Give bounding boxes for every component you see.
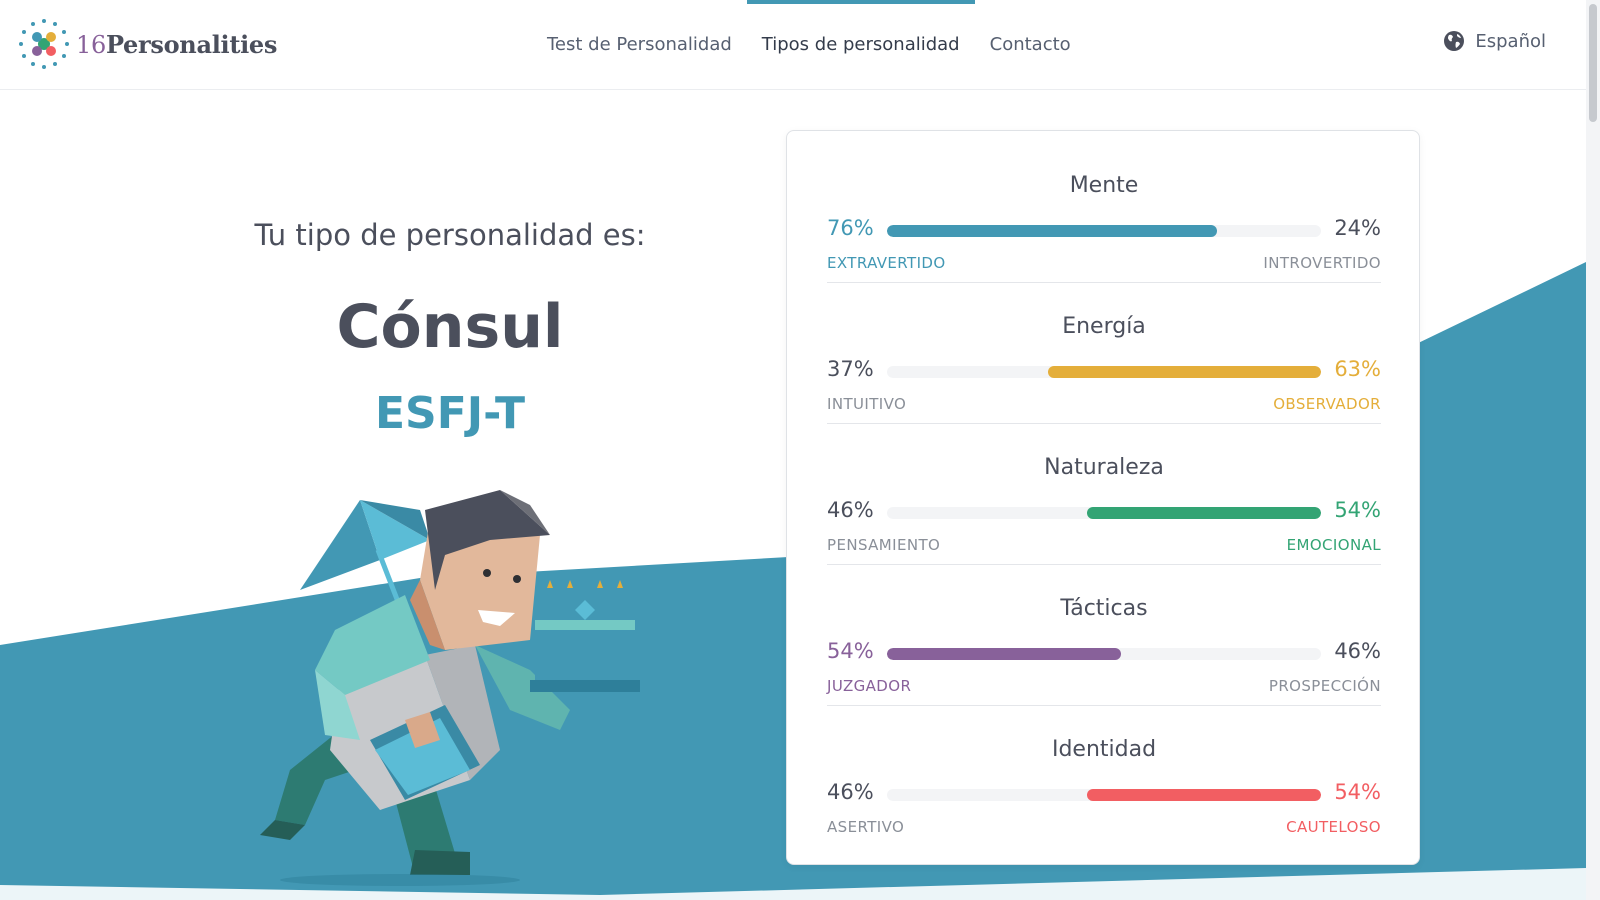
trait-bar-track bbox=[887, 366, 1321, 378]
trait-right-percent: 24% bbox=[1334, 216, 1381, 240]
logo-wordmark: 16Personalities bbox=[76, 30, 277, 59]
result-subtitle: Tu tipo de personalidad es: bbox=[254, 218, 646, 252]
trait-title: Energía bbox=[1062, 314, 1146, 339]
trait-row-identidad[interactable]: Identidad 46% 54% ASERTIVO CAUTELOSO bbox=[827, 705, 1381, 846]
trait-row-mente[interactable]: Mente 76% 24% EXTRAVERTIDO INTROVERTIDO bbox=[827, 141, 1381, 282]
trait-row-energía[interactable]: Energía 37% 63% INTUITIVO OBSERVADOR bbox=[827, 282, 1381, 423]
trait-bar-track bbox=[887, 225, 1321, 237]
trait-left-percent: 54% bbox=[827, 639, 874, 663]
trait-divider bbox=[827, 423, 1381, 424]
site-header: 16Personalities Test de Personalidad Tip… bbox=[0, 0, 1586, 90]
language-selector[interactable]: Español bbox=[1443, 30, 1546, 52]
page-scrollbar[interactable] bbox=[1586, 0, 1600, 900]
trait-bar-fill bbox=[887, 648, 1122, 660]
trait-right-percent: 63% bbox=[1334, 357, 1381, 381]
trait-left-label: INTUITIVO bbox=[827, 395, 907, 413]
trait-title: Identidad bbox=[1051, 737, 1157, 762]
logo-word: Personalities bbox=[105, 29, 278, 59]
trait-bar-track bbox=[887, 507, 1321, 519]
trait-bar-track bbox=[887, 648, 1321, 660]
trait-left-percent: 76% bbox=[827, 216, 874, 240]
trait-right-label: INTROVERTIDO bbox=[1263, 254, 1381, 272]
personality-type-name: Cónsul bbox=[336, 292, 564, 362]
globe-icon bbox=[1444, 31, 1465, 51]
trait-right-label: OBSERVADOR bbox=[1273, 395, 1381, 413]
trait-left-label: EXTRAVERTIDO bbox=[827, 254, 946, 272]
trait-right-percent: 54% bbox=[1334, 780, 1381, 804]
trait-divider bbox=[827, 282, 1381, 283]
personality-traits-card: Mente 76% 24% EXTRAVERTIDO INTROVERTIDO Energ… bbox=[786, 130, 1420, 865]
trait-bar-fill bbox=[1047, 366, 1321, 378]
trait-right-label: CAUTELOSO bbox=[1286, 818, 1381, 836]
trait-right-label: EMOCIONAL bbox=[1286, 536, 1381, 554]
logo-number: 16 bbox=[76, 30, 106, 59]
nav-personality-types[interactable]: Tipos de personalidad bbox=[746, 0, 975, 89]
main-nav: Test de Personalidad Tipos de personalid… bbox=[532, 0, 1086, 89]
trait-title: Mente bbox=[1069, 173, 1139, 198]
trait-divider bbox=[827, 564, 1381, 565]
trait-row-tácticas[interactable]: Tácticas 54% 46% JUZGADOR PROSPECCIÓN bbox=[827, 564, 1381, 705]
nav-personality-test[interactable]: Test de Personalidad bbox=[532, 0, 747, 89]
language-label: Español bbox=[1475, 30, 1546, 52]
trait-left-label: ASERTIVO bbox=[827, 818, 905, 836]
trait-left-percent: 37% bbox=[827, 357, 874, 381]
trait-title: Naturaleza bbox=[1044, 455, 1164, 480]
consul-character-illustration bbox=[260, 490, 640, 886]
trait-right-percent: 46% bbox=[1334, 639, 1381, 663]
trait-bar-fill bbox=[1086, 789, 1321, 801]
trait-left-percent: 46% bbox=[827, 498, 874, 522]
trait-bar-fill bbox=[887, 225, 1217, 237]
trait-title: Tácticas bbox=[1060, 596, 1148, 621]
trait-right-label: PROSPECCIÓN bbox=[1268, 677, 1381, 695]
nav-contact[interactable]: Contacto bbox=[975, 0, 1086, 89]
trait-bar-fill bbox=[1086, 507, 1321, 519]
trait-left-label: PENSAMIENTO bbox=[827, 536, 941, 554]
trait-divider bbox=[827, 705, 1381, 706]
personality-type-code: ESFJ-T bbox=[375, 388, 525, 439]
trait-row-naturaleza[interactable]: Naturaleza 46% 54% PENSAMIENTO EMOCIONAL bbox=[827, 423, 1381, 564]
trait-bar-track bbox=[887, 789, 1321, 801]
logo-dots-icon bbox=[19, 19, 69, 69]
trait-left-percent: 46% bbox=[827, 780, 874, 804]
scrollbar-thumb[interactable] bbox=[1589, 4, 1597, 122]
trait-right-percent: 54% bbox=[1334, 498, 1381, 522]
trait-left-label: JUZGADOR bbox=[827, 677, 912, 695]
site-logo[interactable]: 16Personalities bbox=[18, 18, 277, 70]
